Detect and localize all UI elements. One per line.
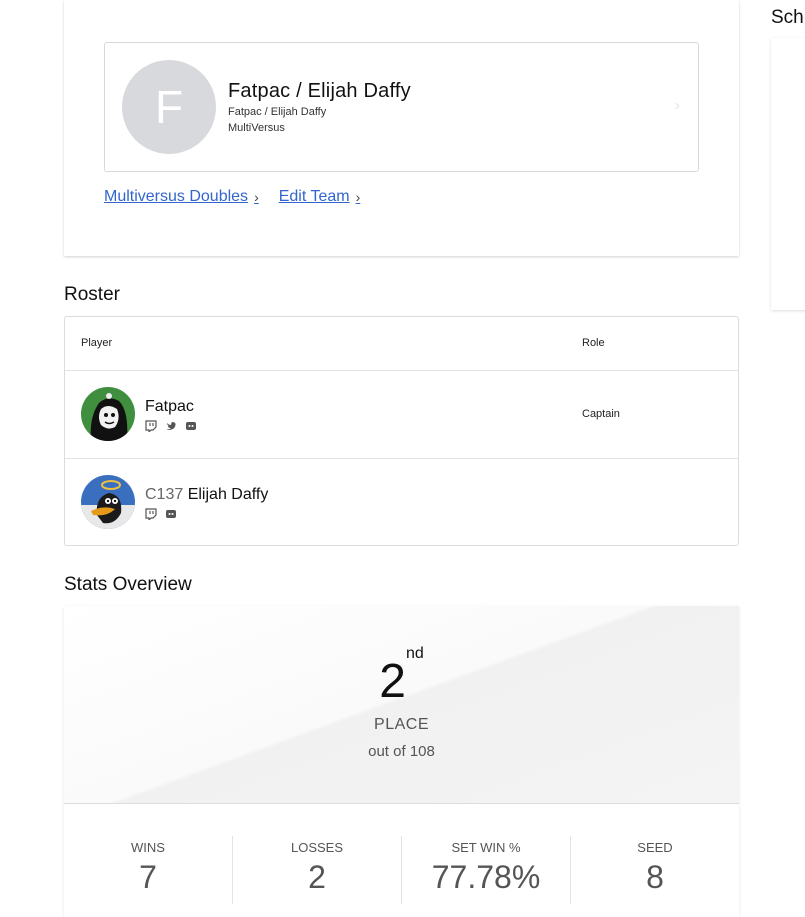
team-avatar: F: [122, 60, 216, 154]
edit-team-link[interactable]: Edit Team ›: [279, 188, 361, 206]
stat-wins: WINS 7: [64, 836, 233, 904]
player-socials: [145, 507, 177, 522]
placement-total: out of 108: [368, 743, 435, 760]
team-summary[interactable]: F Fatpac / Elijah Daffy Fatpac / Elijah …: [104, 42, 699, 172]
stats-title: Stats Overview: [64, 574, 192, 595]
stat-label: WINS: [131, 840, 165, 855]
player-socials: [145, 419, 197, 434]
table-row: C137 Elijah Daffy: [65, 459, 738, 547]
team-name: Fatpac / Elijah Daffy: [228, 80, 411, 102]
chevron-right-icon: ›: [254, 189, 259, 205]
stat-losses: LOSSES 2: [233, 836, 402, 904]
team-subtitle: Fatpac / Elijah Daffy: [228, 106, 327, 118]
stat-value: 77.78%: [431, 859, 541, 895]
player-prefix: C137: [145, 486, 184, 503]
avatar[interactable]: [81, 475, 135, 529]
twitter-icon[interactable]: [165, 419, 177, 431]
placement-value: 2nd: [64, 645, 739, 709]
side-card: [771, 38, 805, 310]
twitch-icon[interactable]: [145, 419, 157, 434]
column-header-role: Role: [582, 337, 605, 349]
event-link-label[interactable]: Multiversus Doubles: [104, 188, 248, 206]
chevron-right-icon: ›: [355, 189, 361, 205]
discord-icon[interactable]: [185, 419, 197, 431]
placement-number: 2: [379, 655, 406, 708]
twitch-icon[interactable]: [145, 507, 157, 522]
team-card: F Fatpac / Elijah Daffy Fatpac / Elijah …: [64, 0, 739, 256]
roster-header: Player Role: [65, 317, 738, 371]
table-row: Fatpac Captain: [65, 371, 738, 459]
stats-summary: WINS 7 LOSSES 2 SET WIN % 77.78% SEED 8: [64, 836, 739, 904]
stat-set-win: SET WIN % 77.78%: [402, 836, 571, 904]
player-name-text[interactable]: Elijah Daffy: [188, 486, 269, 503]
avatar[interactable]: [81, 387, 135, 441]
edit-team-link-label[interactable]: Edit Team: [279, 188, 350, 206]
player-name-text[interactable]: Fatpac: [145, 398, 194, 415]
stat-seed: SEED 8: [571, 836, 739, 904]
stat-label: LOSSES: [290, 840, 344, 855]
chevron-right-icon: ›: [674, 97, 680, 114]
player-name[interactable]: Fatpac: [145, 398, 194, 416]
placement-label: PLACE: [374, 716, 429, 733]
roster-table: Player Role Fatpac Captain C137 Elijah D…: [64, 316, 739, 546]
stat-label: SEED: [637, 840, 673, 855]
team-links: Multiversus Doubles › Edit Team ›: [104, 188, 360, 206]
stat-value: 7: [139, 859, 157, 895]
stat-value: 2: [308, 859, 326, 895]
stats-card: 2nd PLACE out of 108 WINS 7 LOSSES 2 SET…: [64, 606, 739, 917]
roster-title: Roster: [64, 284, 120, 305]
side-section-title: Sch: [771, 7, 804, 28]
placement-suffix: nd: [405, 645, 424, 662]
player-role: Captain: [582, 408, 620, 420]
column-header-player: Player: [81, 337, 113, 349]
discord-icon[interactable]: [165, 507, 177, 519]
stat-value: 8: [646, 859, 664, 895]
event-link[interactable]: Multiversus Doubles ›: [104, 188, 259, 206]
player-name[interactable]: C137 Elijah Daffy: [145, 486, 268, 504]
placement-panel: 2nd PLACE out of 108: [64, 606, 739, 804]
team-game: MultiVersus: [228, 122, 285, 134]
stat-label: SET WIN %: [451, 840, 521, 855]
